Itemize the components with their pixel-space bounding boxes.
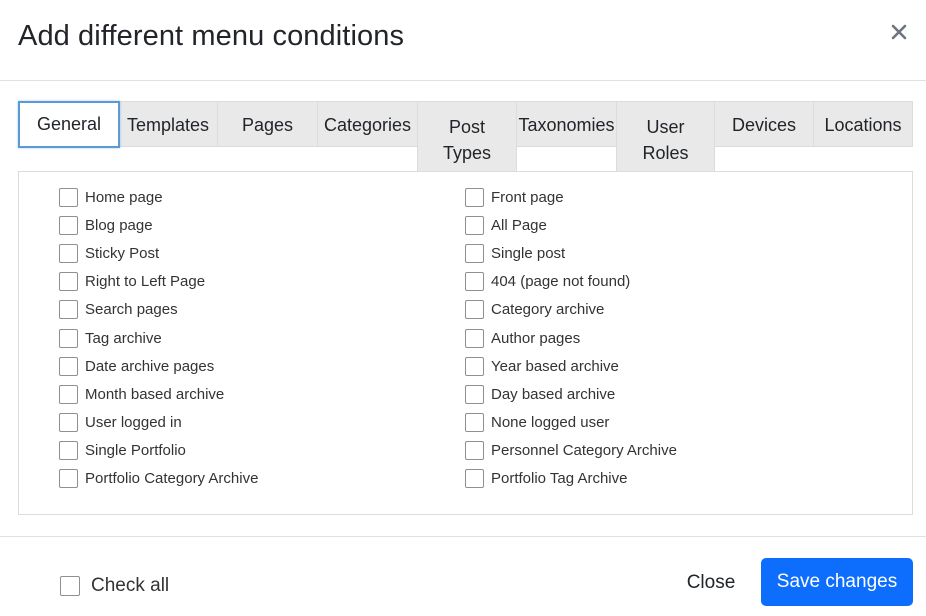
condition-year-based-archive[interactable]: Year based archive (465, 352, 677, 380)
condition-label: Single Portfolio (85, 442, 186, 460)
condition-label: Day based archive (491, 385, 616, 403)
modal-title: Add different menu conditions (18, 20, 405, 52)
checkbox[interactable] (465, 413, 484, 433)
tab-label: Locations (824, 115, 902, 135)
condition-label: Right to Left Page (85, 273, 206, 291)
condition-month-based-archive[interactable]: Month based archive (59, 380, 258, 408)
condition-home-page[interactable]: Home page (59, 183, 258, 211)
conditions-column-left: Home page Blog page Sticky Post Right to… (59, 183, 258, 493)
tab-label: General (36, 114, 102, 134)
tab-label: Categories (323, 115, 412, 135)
checkbox[interactable] (465, 215, 484, 235)
check-all[interactable]: Check all (60, 575, 169, 597)
condition-search-pages[interactable]: Search pages (59, 296, 258, 324)
checkbox[interactable] (59, 356, 78, 376)
save-changes-button[interactable]: Save changes (761, 558, 913, 606)
tab-label-line: Types (442, 143, 492, 163)
checkbox[interactable] (59, 384, 78, 404)
condition-all-page[interactable]: All Page (465, 211, 677, 239)
checkbox[interactable] (465, 441, 484, 461)
condition-label: User logged in (85, 414, 182, 432)
condition-date-archive-pages[interactable]: Date archive pages (59, 352, 258, 380)
check-all-checkbox[interactable] (60, 576, 80, 596)
tab-label: Devices (731, 115, 797, 135)
condition-404-page[interactable]: 404 (page not found) (465, 268, 677, 296)
checkbox[interactable] (59, 413, 78, 433)
checkbox[interactable] (465, 272, 484, 292)
condition-right-to-left-page[interactable]: Right to Left Page (59, 268, 258, 296)
modal-footer: Check all Close Save changes (0, 536, 926, 616)
condition-tabs: General Templates Pages Categories Post … (18, 101, 913, 173)
condition-label: Sticky Post (85, 244, 160, 262)
tab-templates[interactable]: Templates (118, 101, 218, 147)
tab-general[interactable]: General (18, 101, 120, 148)
tab-label: Taxonomies (518, 115, 615, 135)
condition-blog-page[interactable]: Blog page (59, 211, 258, 239)
condition-portfolio-tag-archive[interactable]: Portfolio Tag Archive (465, 465, 677, 493)
tab-label: Templates (126, 115, 210, 135)
condition-personnel-category-archive[interactable]: Personnel Category Archive (465, 437, 677, 465)
tab-locations[interactable]: Locations (813, 101, 913, 147)
checkbox[interactable] (465, 328, 484, 348)
tab-taxonomies[interactable]: Taxonomies (516, 101, 617, 147)
condition-label: Front page (491, 188, 564, 206)
condition-front-page[interactable]: Front page (465, 183, 677, 211)
checkbox[interactable] (465, 243, 484, 263)
condition-label: Blog page (85, 216, 153, 234)
tab-label-line: User (646, 117, 685, 137)
tab-devices[interactable]: Devices (714, 101, 814, 147)
condition-tag-archive[interactable]: Tag archive (59, 324, 258, 352)
condition-label: Tag archive (85, 329, 162, 347)
general-conditions-panel: Home page Blog page Sticky Post Right to… (18, 171, 913, 515)
tab-label-line: Post (448, 117, 486, 137)
condition-label: Portfolio Tag Archive (491, 470, 628, 488)
condition-single-portfolio[interactable]: Single Portfolio (59, 437, 258, 465)
condition-single-post[interactable]: Single post (465, 239, 677, 267)
checkbox[interactable] (59, 328, 78, 348)
checkbox[interactable] (59, 441, 78, 461)
checkbox[interactable] (465, 384, 484, 404)
condition-label: All Page (491, 216, 547, 234)
condition-label: Author pages (491, 329, 581, 347)
checkbox[interactable] (59, 243, 78, 263)
condition-label: 404 (page not found) (491, 273, 631, 291)
condition-label: Category archive (491, 301, 605, 319)
condition-label: None logged user (491, 414, 610, 432)
tab-post-types[interactable]: Post Types (417, 101, 517, 173)
condition-day-based-archive[interactable]: Day based archive (465, 380, 677, 408)
condition-label: Search pages (85, 301, 178, 319)
checkbox[interactable] (465, 187, 484, 207)
checkbox[interactable] (59, 469, 78, 489)
condition-sticky-post[interactable]: Sticky Post (59, 239, 258, 267)
checkbox[interactable] (465, 469, 484, 489)
conditions-column-right: Front page All Page Single post 404 (pag… (465, 183, 677, 493)
condition-category-archive[interactable]: Category archive (465, 296, 677, 324)
checkbox[interactable] (465, 300, 484, 320)
checkbox[interactable] (59, 215, 78, 235)
condition-label: Year based archive (491, 357, 619, 375)
close-button[interactable]: Close (673, 559, 749, 607)
tab-label-line: Roles (642, 143, 689, 163)
condition-label: Date archive pages (85, 357, 215, 375)
condition-label: Month based archive (85, 385, 225, 403)
condition-label: Home page (85, 188, 163, 206)
condition-portfolio-category-archive[interactable]: Portfolio Category Archive (59, 465, 258, 493)
condition-none-logged-user[interactable]: None logged user (465, 409, 677, 437)
tab-user-roles[interactable]: User Roles (616, 101, 715, 173)
condition-user-logged-in[interactable]: User logged in (59, 409, 258, 437)
checkbox[interactable] (59, 300, 78, 320)
condition-author-pages[interactable]: Author pages (465, 324, 677, 352)
check-all-label: Check all (91, 575, 170, 596)
tab-pages[interactable]: Pages (217, 101, 318, 147)
close-icon[interactable] (888, 20, 910, 44)
tab-categories[interactable]: Categories (317, 101, 418, 147)
condition-label: Single post (491, 244, 566, 262)
checkbox[interactable] (59, 187, 78, 207)
checkbox[interactable] (465, 356, 484, 376)
condition-label: Personnel Category Archive (491, 442, 677, 460)
checkbox[interactable] (59, 272, 78, 292)
modal-header: Add different menu conditions (0, 0, 926, 81)
condition-label: Portfolio Category Archive (85, 470, 259, 488)
tab-label: Pages (241, 115, 294, 135)
